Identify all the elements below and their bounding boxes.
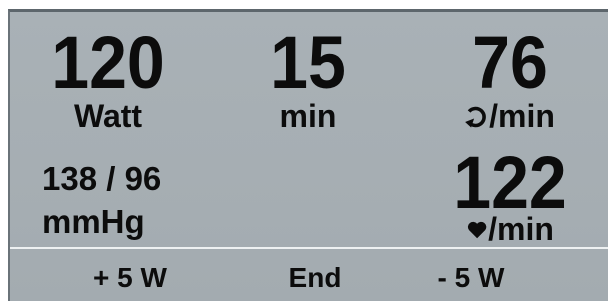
cadence-unit-group: /min [465,100,555,132]
power-value: 120 [51,21,165,104]
time-unit: min [279,98,337,134]
softkey-divider [10,247,608,249]
power-unit: Watt [73,98,143,134]
decrease-power-button[interactable]: - 5 W [438,264,505,292]
heart-rate-value: 122 [453,141,567,224]
heart-icon [466,213,488,245]
cadence-unit: /min [489,98,555,134]
blood-pressure-unit: mmHg [42,203,145,240]
increase-power-button[interactable]: + 5 W [93,264,167,292]
cadence-value: 76 [472,21,548,104]
heart-rate-unit-group: /min [466,213,554,245]
heart-rate-unit: /min [488,211,554,247]
blood-pressure-value: 138 / 96 [42,160,162,197]
time-value: 15 [270,21,346,104]
ergometer-display: 120 Watt 15 min 76 /min 138 / 96 mmHg 12… [8,9,608,301]
rotation-icon [465,100,489,132]
end-button[interactable]: End [289,264,342,292]
